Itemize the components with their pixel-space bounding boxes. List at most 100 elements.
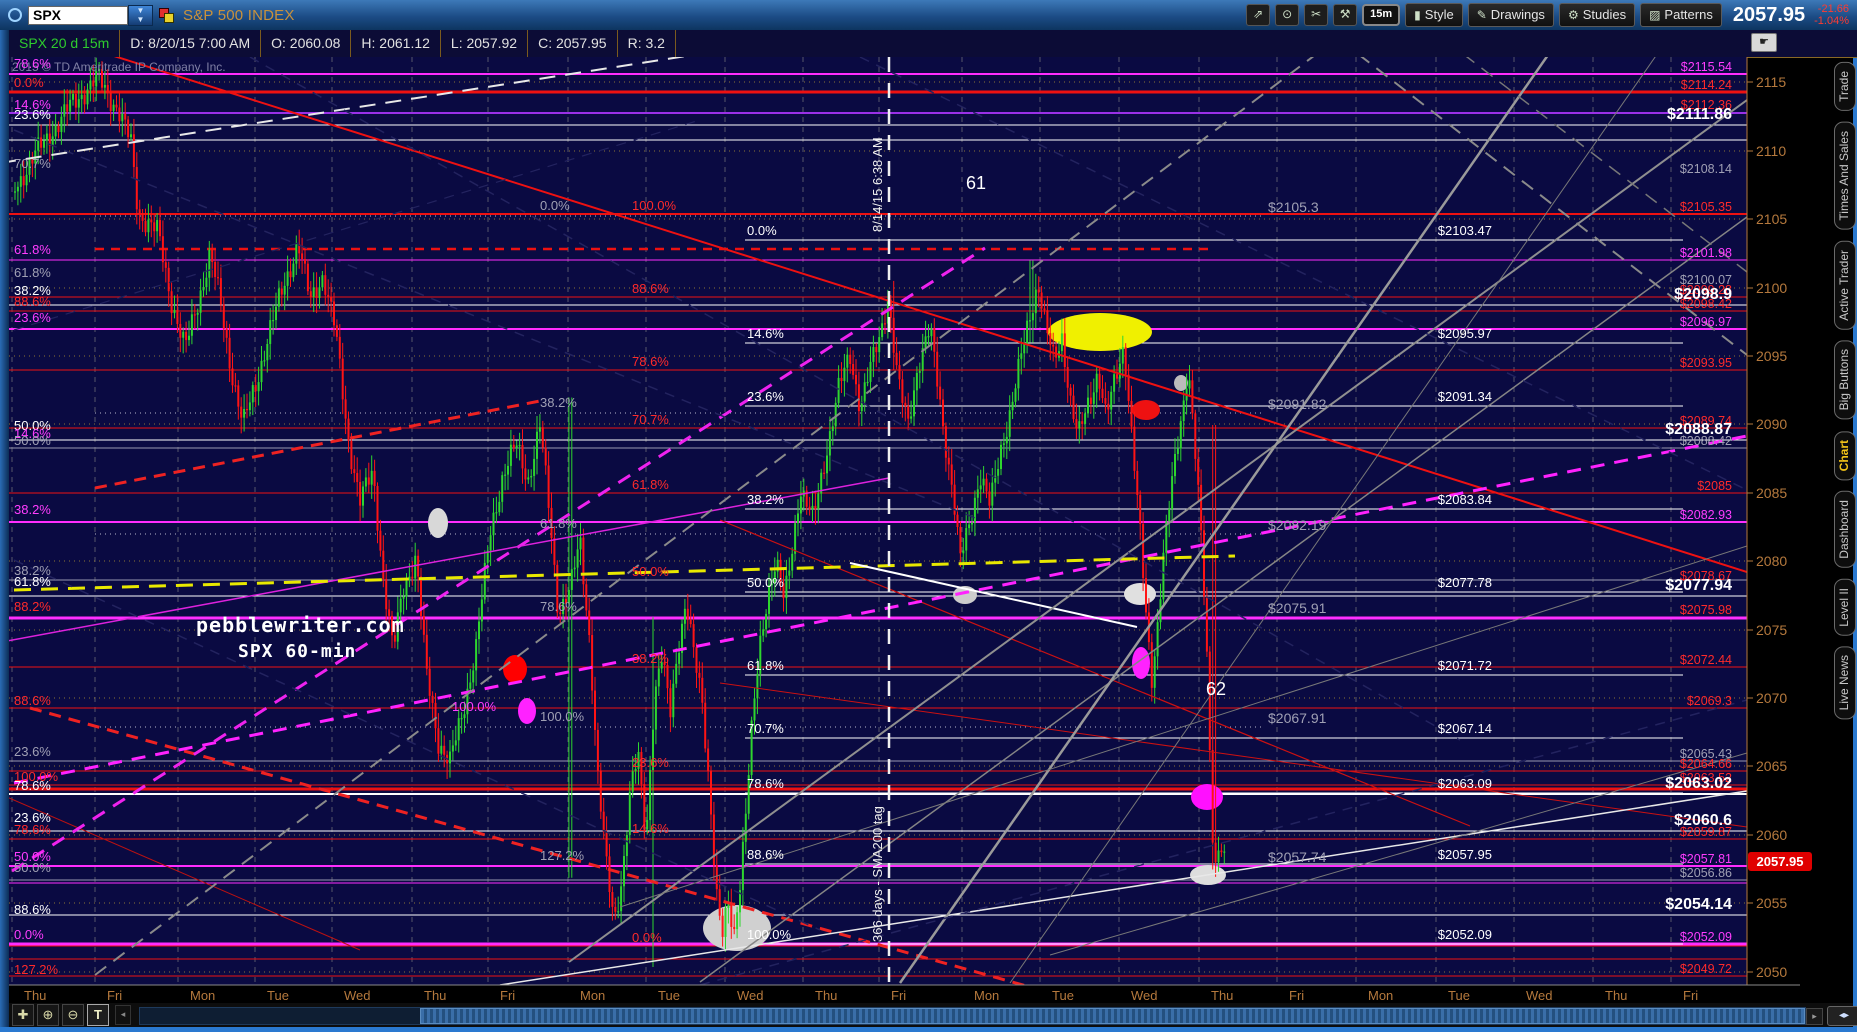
sidebar-tab-dashboard[interactable]: Dashboard (1834, 490, 1856, 568)
sma-tag-label: 366 days - SMA200 tag (870, 806, 885, 942)
fib-label-left: 88.2% (14, 599, 51, 614)
symbol-dropdown-button[interactable]: ▼ ▼ (128, 4, 153, 26)
fib-label-white: 70.7% (747, 721, 784, 736)
price-level-label-white: $2095.97 (1437, 326, 1492, 341)
text-tool-icon[interactable]: T (87, 1004, 109, 1026)
patterns-button[interactable]: ▨ Patterns (1640, 3, 1722, 27)
style-button[interactable]: ▮ Style (1405, 3, 1463, 27)
sidebar-tab-live-news[interactable]: Live News (1834, 646, 1856, 720)
price-level-label-gray: $2105.3 (1268, 199, 1319, 215)
fib-label-left: 14.6% (14, 426, 51, 441)
symbol-input[interactable] (28, 5, 128, 25)
thinkorswim-window: ▼▼ S&P 500 INDEX ⇗ ⊙ ✂ ⚒ 15m ▮Style ✎Dra… (0, 0, 1857, 1032)
fib-label-left: 0.0% (14, 75, 44, 90)
sidebar-tab-trade[interactable]: Trade (1834, 62, 1856, 111)
pan-tool-icon[interactable]: ✚ (12, 1004, 34, 1026)
fib-label-left: 100.0% (14, 769, 59, 784)
fib-label-left: 61.8% (14, 242, 51, 257)
chart-scrollbar[interactable] (139, 1007, 1806, 1025)
price-level-label: $2082.93 (1679, 508, 1732, 522)
studies-button[interactable]: ⚙ Studies (1558, 3, 1636, 27)
wrench-icon[interactable]: ⚒ (1333, 4, 1358, 26)
price-level-label: $2054.14 (1665, 896, 1732, 913)
fib-label: 100.0% (452, 699, 497, 714)
scissors-icon[interactable]: ✂ (1304, 4, 1329, 26)
price-level-label: $2077.94 (1665, 577, 1732, 594)
fib-label-left: 78.6% (14, 822, 51, 837)
sidebar-tab-chart[interactable]: Chart (1834, 430, 1856, 480)
y-axis-tick: 2085 (1756, 485, 1788, 501)
fib-label-left: 127.2% (14, 962, 59, 977)
fib-label-red: 0.0% (632, 930, 662, 945)
drawings-button[interactable]: ✎ Drawings (1467, 3, 1554, 27)
zoom-out-icon[interactable]: ⊖ (62, 1004, 84, 1026)
sidebar-tab-active-trader[interactable]: Active Trader (1834, 240, 1856, 330)
chart-export-icon[interactable]: ⇗ (1246, 4, 1271, 26)
drawing-ellipse (1132, 400, 1160, 420)
y-axis-tick: 2110 (1756, 143, 1787, 159)
x-axis-day-label: Tue (1052, 988, 1074, 1003)
scroll-jump-button[interactable]: ◂▸ (1827, 1006, 1857, 1026)
fib-label-left: 23.6% (14, 744, 51, 759)
fib-label-left: 88.6% (14, 693, 51, 708)
drawing-ellipse (1174, 375, 1188, 391)
y-axis-tick: 2075 (1756, 622, 1788, 638)
price-level-label: $2049.72 (1679, 962, 1732, 976)
x-axis-day-label: Thu (24, 988, 47, 1003)
target-icon[interactable]: ⊙ (1275, 4, 1300, 26)
title-bar: ▼▼ S&P 500 INDEX ⇗ ⊙ ✂ ⚒ 15m ▮Style ✎Dra… (0, 0, 1857, 30)
link-color-circle-icon[interactable] (8, 8, 22, 22)
fib-label-left: 50.0% (14, 418, 51, 433)
x-axis-day-label: Tue (267, 988, 289, 1003)
copyright-watermark: 2015 © TD Ameritrade IP Company, Inc. (12, 60, 226, 74)
bar-date: D: 8/20/15 7:00 AM (120, 30, 262, 57)
x-axis-day-label: Mon (1368, 988, 1394, 1003)
wave-label-61: 61 (966, 173, 987, 193)
fib-label-gray: 100.0% (540, 709, 585, 724)
sidebar-tab-big-buttons[interactable]: Big Buttons (1834, 340, 1856, 420)
drawing-ellipse (953, 586, 977, 604)
interval-badge[interactable]: 15m (1362, 4, 1401, 26)
sidebar-tab-times-and-sales[interactable]: Times And Sales (1834, 121, 1856, 230)
drag-hand-icon[interactable]: ☛ (1751, 33, 1777, 52)
price-level-label-white: $2077.78 (1437, 575, 1492, 590)
x-axis-day-label: Mon (974, 988, 1000, 1003)
scroll-right-arrow[interactable]: ▸ (1806, 1008, 1823, 1025)
price-level-label: $2065.43 (1679, 747, 1732, 761)
x-axis-day-label: Tue (1448, 988, 1470, 1003)
price-level-label: $2098.9 (1674, 286, 1732, 303)
drawing-ellipse (1190, 865, 1226, 885)
right-tab-strip: Trade Times And Sales Active Trader Big But… (1834, 62, 1856, 720)
fib-label-white: 0.0% (747, 223, 777, 238)
window-frame-bottom (0, 1027, 1857, 1032)
drawing-ellipse (428, 508, 448, 538)
fib-label-left: 78.6% (14, 56, 51, 71)
chart-scrollbar-thumb[interactable] (420, 1008, 1805, 1024)
price-level-label: $2088.42 (1679, 434, 1732, 448)
sidebar-tab-level-ii[interactable]: Level II (1834, 578, 1856, 636)
x-axis-day-label: Fri (1683, 988, 1699, 1003)
fib-label-left: 23.6% (14, 107, 51, 122)
fib-label-left: 50.0% (14, 849, 51, 864)
zoom-in-icon[interactable]: ⊕ (37, 1004, 59, 1026)
fib-label-left: 38.2% (14, 502, 51, 517)
y-axis-tick: 2080 (1756, 553, 1788, 569)
x-axis-day-label: Mon (580, 988, 606, 1003)
drawing-ellipse (503, 655, 527, 683)
brand-annotation-sub: SPX 60-min (238, 641, 357, 662)
x-axis-day-label: Thu (1211, 988, 1234, 1003)
bar-low: L: 2057.92 (441, 30, 529, 57)
price-level-label-gray: $2057.74 (1268, 849, 1327, 865)
price-level-label: $2075.98 (1679, 603, 1732, 617)
series-descriptor: SPX 20 d 15m (9, 30, 121, 57)
price-level-label-gray: $2075.91 (1268, 600, 1327, 616)
company-name: S&P 500 INDEX (183, 6, 295, 24)
price-level-label: $2064.66 (1679, 757, 1732, 771)
price-chart[interactable] (0, 0, 1857, 1032)
bar-open: O: 2060.08 (261, 30, 352, 57)
price-level-label: $2063.02 (1665, 775, 1732, 792)
price-level-label: $2100.07 (1679, 273, 1732, 287)
x-axis-day-label: Thu (424, 988, 447, 1003)
scroll-left-arrow[interactable]: ◂ (115, 1005, 131, 1025)
price-level-label-white: $2052.09 (1437, 927, 1492, 942)
